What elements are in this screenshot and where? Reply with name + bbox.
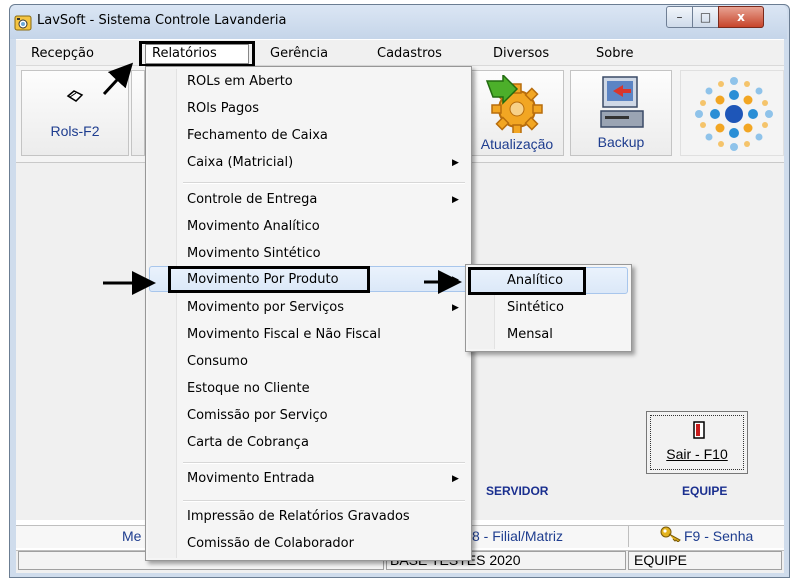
arrow-to-relatorios bbox=[102, 62, 134, 96]
annotation-arrows bbox=[102, 62, 462, 295]
